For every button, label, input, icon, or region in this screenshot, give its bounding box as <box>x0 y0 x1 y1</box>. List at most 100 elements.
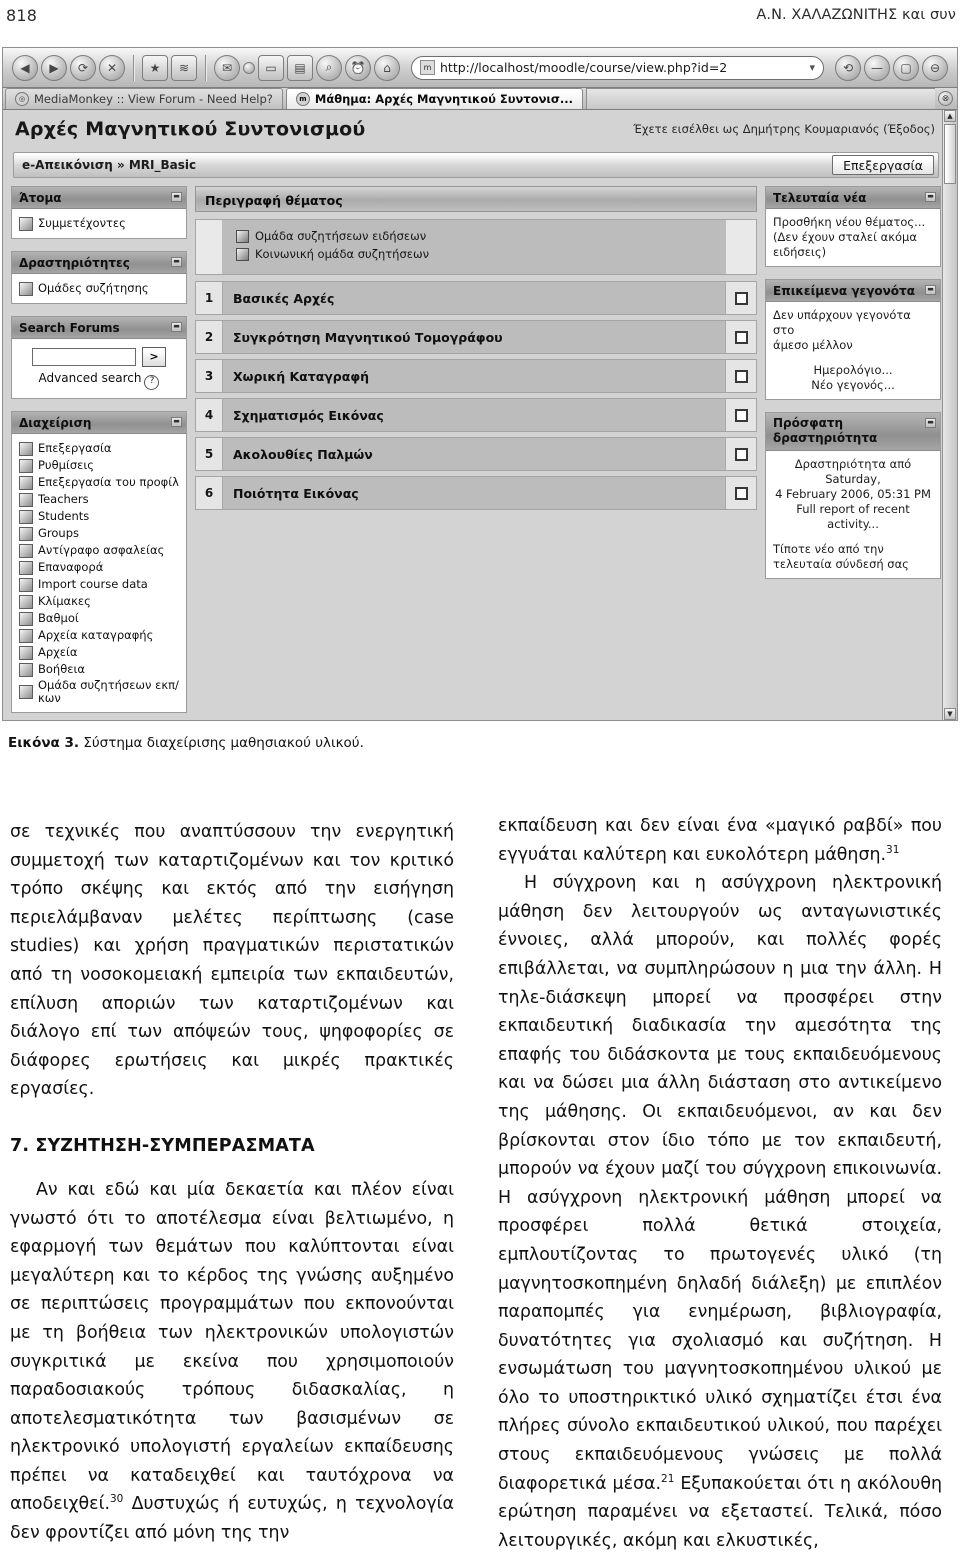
topic-highlight-toggle[interactable] <box>725 477 756 509</box>
topic-highlight-toggle[interactable] <box>725 282 756 314</box>
paragraph-elearning: Η σύγχρονη και η ασύγχρονη ηλεκτρονική μ… <box>498 869 942 1555</box>
minimize-icon[interactable]: ▬ <box>925 285 936 295</box>
search-web-icon[interactable]: ⌕ <box>316 54 342 81</box>
scroll-down-icon[interactable]: ▼ <box>944 708 956 720</box>
sidebar-item-participants[interactable]: Συμμετέχοντες <box>19 215 179 232</box>
minimize-window-icon[interactable]: — <box>864 54 890 81</box>
page-scrollbar[interactable]: ▲ ▼ <box>942 110 957 720</box>
topic-label[interactable]: Σχηματισμός Εικόνας <box>223 399 725 431</box>
checkbox-icon[interactable] <box>734 291 748 305</box>
sidebar-item-backup[interactable]: Αντίγραφο ασφαλείας <box>19 542 179 559</box>
minimize-icon[interactable]: ▬ <box>171 192 182 202</box>
table-row[interactable]: 5 Ακολουθίες Παλμών <box>195 437 757 471</box>
topic-label[interactable]: Συγκρότηση Μαγνητικού Τομογράφου <box>223 321 725 353</box>
scroll-thumb[interactable] <box>944 124 956 184</box>
footnote-ref-31[interactable]: 31 <box>886 844 899 856</box>
topic-label[interactable]: Ποιότητα Εικόνας <box>223 477 725 509</box>
checkbox-icon[interactable] <box>734 408 748 422</box>
sidebar-item-teacher-forum[interactable]: Ομάδα συζητήσεων εκπ/κων <box>19 678 179 706</box>
full-report-link-line-2[interactable]: activity... <box>773 517 933 532</box>
checkbox-icon[interactable] <box>734 330 748 344</box>
block-admin-title: Διαχείριση ▬ <box>12 412 186 434</box>
breadcrumb[interactable]: e-Απεικόνιση » MRI_Basic <box>22 158 196 172</box>
dot-icon <box>243 61 255 74</box>
sidebar-item-settings[interactable]: Ρυθμίσεις <box>19 457 179 474</box>
topic-highlight-toggle[interactable] <box>725 360 756 392</box>
tab-strip: ◎ MediaMonkey :: View Forum - Need Help?… <box>3 88 957 110</box>
sidebar-item-grades[interactable]: Βαθμοί <box>19 610 179 627</box>
footnote-ref-21[interactable]: 21 <box>661 1473 674 1485</box>
sidebar-item-teachers[interactable]: Teachers <box>19 491 179 508</box>
table-row[interactable]: 3 Χωρική Καταγραφή <box>195 359 757 393</box>
notes-icon[interactable]: ▤ <box>287 54 313 81</box>
edit-mode-button[interactable]: Επεξεργασία <box>832 155 934 175</box>
minimize-icon[interactable]: ▬ <box>171 322 182 332</box>
course-content-column: Περιγραφή θέματος Ομάδα συζητήσεων ειδήσ… <box>195 186 757 515</box>
advanced-search-link[interactable]: Advanced search <box>39 371 142 385</box>
minimize-icon[interactable]: ▬ <box>925 192 936 202</box>
minimize-icon[interactable]: ▬ <box>171 417 182 427</box>
forward-icon[interactable]: ▶ <box>41 54 67 81</box>
sidebar-item-label: Κλίμακες <box>38 594 91 608</box>
full-report-link-line-1[interactable]: Full report of recent <box>773 502 933 517</box>
topic-label[interactable]: Χωρική Καταγραφή <box>223 360 725 392</box>
checkbox-icon[interactable] <box>734 486 748 500</box>
minimize-icon[interactable]: ▬ <box>171 257 182 267</box>
topic-highlight-toggle[interactable] <box>725 321 756 353</box>
sidebar-item-edit-profile[interactable]: Επεξεργασία του προφίλ <box>19 474 179 491</box>
table-row[interactable]: 6 Ποιότητα Εικόνας <box>195 476 757 510</box>
sidebar-item-import[interactable]: Import course data <box>19 576 179 593</box>
footnote-ref-30[interactable]: 30 <box>110 1494 123 1506</box>
topic-label[interactable]: Ακολουθίες Παλμών <box>223 438 725 470</box>
page-icon[interactable]: ▭ <box>258 54 284 81</box>
sidebar-item-restore[interactable]: Επαναφορά <box>19 559 179 576</box>
table-row[interactable]: 4 Σχηματισμός Εικόνας <box>195 398 757 432</box>
reload-icon[interactable]: ⟳ <box>70 54 96 81</box>
close-window-icon[interactable]: ⊖ <box>922 54 948 81</box>
figure-caption-text: Σύστημα διαχείρισης μαθησιακού υλικού. <box>79 735 364 751</box>
sidebar-item-help[interactable]: Βοήθεια <box>19 661 179 678</box>
help-doc-icon <box>19 662 33 677</box>
link-news-forum[interactable]: Ομάδα συζητήσεων ειδήσεων <box>236 227 726 245</box>
topic-highlight-toggle[interactable] <box>725 399 756 431</box>
sidebar-item-groups[interactable]: Groups <box>19 525 179 542</box>
add-bookmark-icon[interactable]: ★ <box>142 54 168 81</box>
address-bar-url: http://localhost/moodle/course/view.php?… <box>440 60 728 75</box>
login-status[interactable]: Έχετε εισέλθει ως Δημήτρης Κουμαριανός (… <box>633 122 935 136</box>
back-icon[interactable]: ◀ <box>12 54 38 81</box>
address-bar[interactable]: m http://localhost/moodle/course/view.ph… <box>411 55 824 80</box>
sidebar-item-logs[interactable]: Αρχεία καταγραφής <box>19 627 179 644</box>
chevron-down-icon[interactable]: ▾ <box>809 61 815 74</box>
alarm-icon[interactable]: ⏰ <box>345 54 371 81</box>
sidebar-item-scales[interactable]: Κλίμακες <box>19 593 179 610</box>
mail-icon[interactable]: ✉ <box>214 54 240 81</box>
close-tab-icon[interactable]: ⊗ <box>938 91 953 106</box>
new-event-link[interactable]: Νέο γεγονός... <box>773 378 933 393</box>
home-icon[interactable]: ⌂ <box>374 54 400 81</box>
topic-highlight-toggle[interactable] <box>725 438 756 470</box>
stop-icon[interactable]: ✕ <box>99 54 125 81</box>
scroll-up-icon[interactable]: ▲ <box>944 110 956 122</box>
profile-icon <box>19 475 33 490</box>
add-feed-icon[interactable]: ≋ <box>171 54 197 81</box>
calendar-link[interactable]: Ημερολόγιο... <box>773 363 933 378</box>
sidebar-item-forums[interactable]: Ομάδες συζήτησης <box>19 280 179 297</box>
sidebar-item-turn-editing[interactable]: Επεξεργασία <box>19 440 179 457</box>
link-social-forum[interactable]: Κοινωνική ομάδα συζητήσεων <box>236 245 726 263</box>
tab-moodle-course[interactable]: m Μάθημα: Αρχές Μαγνητικού Συντονισ... <box>285 88 583 109</box>
help-icon[interactable]: ? <box>144 375 160 390</box>
checkbox-icon[interactable] <box>734 447 748 461</box>
history-icon[interactable]: ⟲ <box>835 54 861 81</box>
sidebar-item-files[interactable]: Αρχεία <box>19 644 179 661</box>
topic-label[interactable]: Βασικές Αρχές <box>223 282 725 314</box>
sidebar-item-students[interactable]: Students <box>19 508 179 525</box>
restore-window-icon[interactable]: ▢ <box>893 54 919 81</box>
minimize-icon[interactable]: ▬ <box>925 418 936 428</box>
table-row[interactable]: 2 Συγκρότηση Μαγνητικού Τομογράφου <box>195 320 757 354</box>
search-submit-button[interactable]: > <box>142 347 166 367</box>
add-topic-link[interactable]: Προσθήκη νέου θέματος... <box>773 215 933 230</box>
tab-mediamonkey[interactable]: ◎ MediaMonkey :: View Forum - Need Help? <box>5 88 283 109</box>
search-input[interactable] <box>32 348 136 366</box>
checkbox-icon[interactable] <box>734 369 748 383</box>
table-row[interactable]: 1 Βασικές Αρχές <box>195 281 757 315</box>
